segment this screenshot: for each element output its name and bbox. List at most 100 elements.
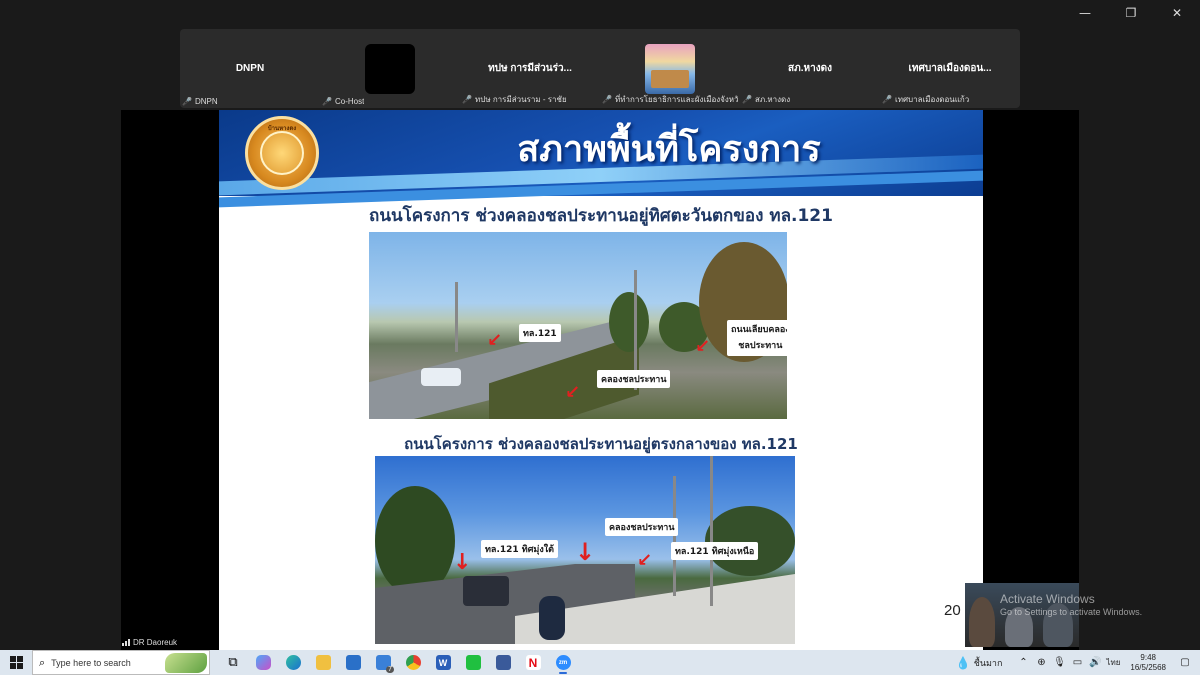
- mail-badge: 7: [386, 666, 394, 673]
- window-controls: — ❐ ✕: [1062, 0, 1200, 26]
- humidity-icon: 💧: [955, 655, 971, 670]
- participant-name-tag: 🎤 ที่ทำการโยธาธิการและผังเมืองจังหวัดเชี…: [602, 93, 738, 106]
- notification-icon[interactable]: ▢: [1178, 657, 1192, 668]
- store-icon[interactable]: [338, 650, 368, 675]
- label-line: ถนนเลียบคลอง: [731, 325, 787, 335]
- arrow-icon: ↙: [695, 336, 711, 357]
- clock[interactable]: 9:48 16/5/2568: [1130, 653, 1166, 673]
- label-highway-north: ทล.121 ทิศมุ่งเหนือ: [671, 542, 759, 560]
- presentation-slide: บ้านหางดง สภาพพื้นที่โครงการ ถนนโครงการ …: [219, 110, 983, 650]
- mic-muted-icon: 🎤: [462, 95, 472, 104]
- participant-strip: DNPN 🎤 DNPN 🎤 Co-Host ทปษ การมีส่วนร่ว..…: [180, 29, 1020, 108]
- car: [463, 576, 509, 606]
- minimize-button[interactable]: —: [1062, 0, 1108, 26]
- arrow-icon: ↙: [637, 550, 653, 571]
- start-button[interactable]: [0, 650, 32, 675]
- microphone-icon[interactable]: 🎙: [1052, 657, 1066, 668]
- power-pole: [455, 282, 458, 352]
- clock-date: 16/5/2568: [1130, 662, 1166, 672]
- participant-name: ที่ทำการโยธาธิการและผังเมืองจังหวัดเชียง…: [614, 95, 738, 104]
- watermark-title: Activate Windows: [1000, 592, 1095, 606]
- participant-name-tag: 🎤 เทศบาลเมืองดอนแก้ว: [882, 93, 969, 106]
- arrow-icon: ↓: [575, 538, 596, 566]
- weather-widget[interactable]: 💧 ชื้นมาก: [956, 656, 1003, 670]
- slide-page-number: 20: [944, 602, 961, 619]
- shared-screen[interactable]: บ้านหางดง สภาพพื้นที่โครงการ ถนนโครงการ …: [121, 110, 1079, 650]
- mic-muted-icon: 🎤: [882, 95, 892, 104]
- arrow-icon: ↓: [453, 550, 472, 575]
- taskbar-apps: ⧉ 7 W N zm: [218, 650, 578, 675]
- taskbar-search[interactable]: ⌕ Type here to search: [32, 650, 210, 675]
- mic-muted-icon: 🎤: [182, 97, 192, 106]
- tree: [375, 486, 455, 596]
- participant-tile[interactable]: 🎤 ที่ทำการโยธาธิการและผังเมืองจังหวัดเชี…: [600, 29, 740, 108]
- seal-text: บ้านหางดง: [267, 125, 297, 132]
- participant-tile[interactable]: 🎤 Co-Host: [320, 29, 460, 108]
- mail-icon[interactable]: 7: [368, 650, 398, 675]
- participant-name-tag: 🎤 Co-Host: [322, 97, 364, 106]
- self-name-tag: DR Daoreuk: [122, 638, 177, 647]
- label-canal: คลองชลประทาน: [605, 518, 679, 536]
- participant-name: DNPN: [194, 97, 218, 106]
- participant-title: เทศบาลเมืองดอน...: [908, 63, 992, 74]
- clock-time: 9:48: [1140, 652, 1156, 662]
- edge-icon[interactable]: [278, 650, 308, 675]
- restore-button[interactable]: ❐: [1108, 0, 1154, 26]
- windows-taskbar: ⌕ Type here to search ⧉ 7 W N zm 💧 ชื้นม…: [0, 650, 1200, 675]
- car: [421, 368, 461, 386]
- arrow-icon: ↙: [487, 330, 503, 351]
- photos-app-icon[interactable]: [488, 650, 518, 675]
- language-indicator[interactable]: ไทย: [1106, 656, 1120, 669]
- label-highway-south: ทล.121 ทิศมุ่งใต้: [481, 540, 558, 558]
- participant-profile-picture: [645, 43, 695, 94]
- tree: [609, 292, 649, 352]
- copilot-icon[interactable]: [248, 650, 278, 675]
- mic-muted-icon: 🎤: [602, 95, 612, 104]
- task-view-icon[interactable]: ⧉: [218, 650, 248, 675]
- meet-now-icon[interactable]: ⊕: [1034, 657, 1048, 668]
- zoom-meeting-window: — ❐ ✕ DNPN 🎤 DNPN 🎤 Co-Host ทปษ การมีส่ว…: [0, 0, 1200, 650]
- participant-name-tag: 🎤 DNPN: [182, 97, 218, 106]
- volume-icon[interactable]: 🔊: [1088, 657, 1102, 668]
- activate-windows-watermark: Activate Windows Go to Settings to activ…: [1000, 592, 1142, 617]
- participant-name: เทศบาลเมืองดอนแก้ว: [894, 95, 970, 104]
- windows-logo-icon: [9, 656, 23, 669]
- seal-inner: [260, 131, 304, 175]
- participant-tile[interactable]: เทศบาลเมืองดอน... 🎤 เทศบาลเมืองดอนแก้ว: [880, 29, 1020, 108]
- section-heading: ถนนโครงการ ช่วงคลองชลประทานอยู่ตรงกลางขอ…: [404, 435, 798, 453]
- network-icon[interactable]: ▭: [1070, 657, 1084, 668]
- participant-name: สภ.หางดง: [754, 95, 791, 104]
- chevron-up-icon[interactable]: ⌃: [1016, 657, 1030, 668]
- system-tray: 💧 ชื้นมาก ⌃ ⊕ 🎙 ▭ 🔊 ไทย 9:48 16/5/2568 ▢: [956, 650, 1200, 675]
- participant-title: สภ.หางดง: [788, 63, 832, 74]
- file-explorer-icon[interactable]: [308, 650, 338, 675]
- participant-name-tag: 🎤 ทปษ การมีส่วนราม - ราชัย: [462, 93, 567, 106]
- site-photo-center: ↓ ทล.121 ทิศมุ่งใต้ ↓ คลองชลประทาน ↙ ทล.…: [375, 456, 795, 644]
- slide-title: สภาพพื้นที่โครงการ: [517, 129, 821, 170]
- mic-muted-icon: 🎤: [742, 95, 752, 104]
- label-highway: ทล.121: [519, 324, 561, 342]
- line-icon[interactable]: [458, 650, 488, 675]
- search-highlight-art: [165, 653, 207, 673]
- participant-name-tag: 🎤 สภ.หางดง: [742, 93, 790, 106]
- weather-text: ชื้นมาก: [973, 658, 1003, 669]
- participant-tile[interactable]: สภ.หางดง 🎤 สภ.หางดง: [740, 29, 880, 108]
- zoom-icon[interactable]: zm: [548, 650, 578, 675]
- chrome-icon[interactable]: [398, 650, 428, 675]
- motorcycle-rider: [539, 596, 565, 640]
- netflix-icon[interactable]: N: [518, 650, 548, 675]
- label-frontage-road: ถนนเลียบคลอง ชลประทาน: [727, 320, 787, 356]
- participant-tile[interactable]: DNPN 🎤 DNPN: [180, 29, 320, 108]
- label-line: ชลประทาน: [738, 341, 783, 351]
- mic-muted-icon: 🎤: [322, 97, 332, 106]
- participant-title: ทปษ การมีส่วนร่ว...: [488, 63, 572, 74]
- participant-title: DNPN: [235, 63, 265, 74]
- word-icon[interactable]: W: [428, 650, 458, 675]
- arrow-icon: ↙: [565, 382, 581, 403]
- participant-tile[interactable]: ทปษ การมีส่วนร่ว... 🎤 ทปษ การมีส่วนราม -…: [460, 29, 600, 108]
- participant-video-off: [365, 43, 415, 94]
- section-heading: ถนนโครงการ ช่วงคลองชลประทานอยู่ทิศตะวันต…: [369, 206, 833, 226]
- search-placeholder: Type here to search: [51, 657, 131, 668]
- close-button[interactable]: ✕: [1154, 0, 1200, 26]
- slide-banner: บ้านหางดง สภาพพื้นที่โครงการ: [219, 110, 983, 208]
